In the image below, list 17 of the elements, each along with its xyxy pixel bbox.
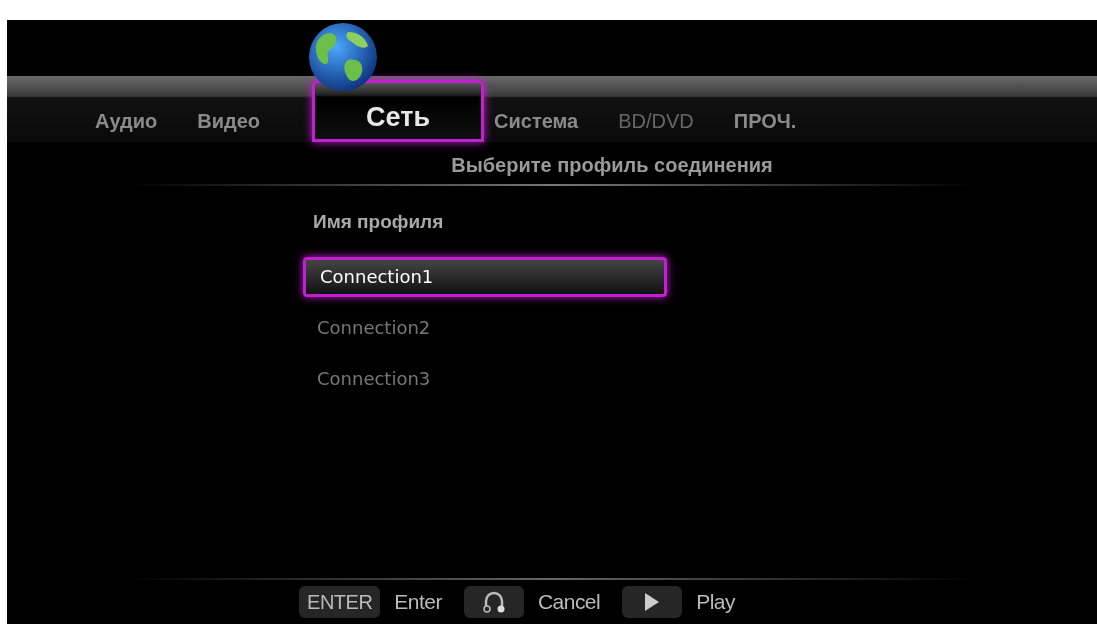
profile-item[interactable]: Connection3 (303, 358, 667, 399)
key-badge: ENTER (299, 586, 381, 618)
hint-label: Play (696, 589, 735, 616)
screen-subtitle: Выберите профиль соединения (451, 153, 773, 178)
hint-label: Cancel (537, 589, 601, 616)
tab[interactable]: Видео (197, 106, 261, 136)
profile-item[interactable]: Connection1 (303, 256, 667, 297)
play-icon (645, 593, 660, 611)
tab[interactable]: Аудио (95, 106, 158, 136)
tab[interactable]: Система (494, 106, 579, 136)
globe-icon (308, 22, 379, 92)
profile-item[interactable]: Connection2 (303, 307, 667, 348)
tab[interactable]: Сеть (312, 80, 485, 142)
tab[interactable]: ПРОЧ. (733, 106, 797, 136)
headset-icon (482, 590, 505, 614)
list-heading: Имя профиля (313, 211, 444, 232)
hint-label: Enter (394, 589, 442, 616)
